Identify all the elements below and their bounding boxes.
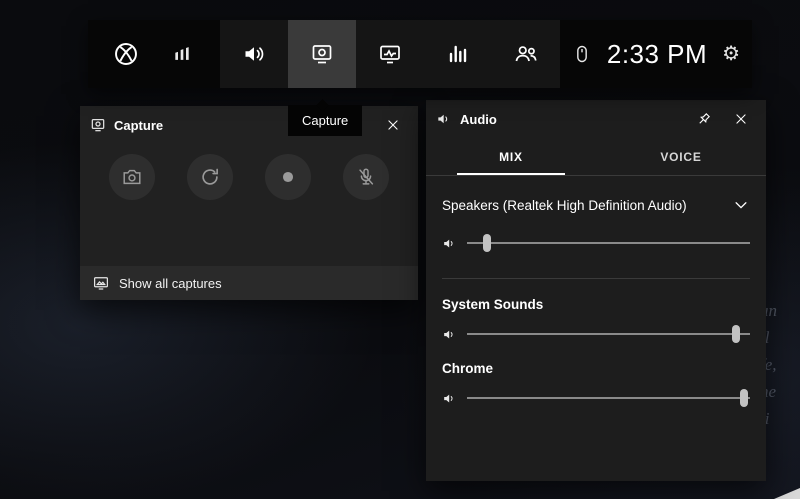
settings-gear-icon[interactable]: ⚙	[722, 44, 740, 64]
camera-icon	[121, 166, 143, 188]
widget-menu-button[interactable]	[154, 20, 210, 88]
audio-widget-button[interactable]	[220, 20, 288, 88]
bg-text-fragment: ne	[760, 378, 800, 405]
performance-widget-button[interactable]	[356, 20, 424, 88]
mic-toggle-button[interactable]	[343, 154, 389, 200]
capture-buttons-row	[80, 154, 418, 200]
record-dot-icon	[277, 166, 299, 188]
audio-panel-title: Audio	[460, 112, 497, 127]
show-all-captures-link[interactable]: Show all captures	[80, 266, 418, 300]
slider-track	[467, 397, 750, 399]
toolbar-middle-section	[220, 20, 560, 88]
system-sounds-volume-row	[442, 325, 750, 343]
chrome-label: Chrome	[442, 361, 750, 376]
speakers-volume-slider[interactable]	[467, 234, 750, 252]
bg-text-fragment: li	[760, 405, 800, 432]
speaker-small-icon	[442, 236, 457, 251]
slider-track	[467, 242, 750, 244]
record-last-icon	[199, 166, 221, 188]
audio-tabs: MIX VOICE	[426, 138, 766, 176]
capture-tooltip-label: Capture	[302, 113, 348, 128]
close-icon[interactable]	[378, 110, 408, 140]
capture-panel-title: Capture	[114, 118, 163, 133]
slider-thumb[interactable]	[740, 389, 748, 407]
toolbar-left-section	[88, 20, 220, 88]
capture-panel-icon	[90, 117, 106, 133]
capture-tooltip: Capture	[288, 105, 362, 136]
output-device-name: Speakers (Realtek High Definition Audio)	[442, 198, 687, 213]
resources-widget-button[interactable]	[424, 20, 492, 88]
capture-icon	[310, 42, 334, 66]
capture-panel: Capture	[80, 106, 418, 300]
capture-widget-button[interactable]	[288, 20, 356, 88]
slider-track	[467, 333, 750, 335]
bg-text-fragment: fe,	[760, 351, 800, 378]
system-sounds-volume-slider[interactable]	[467, 325, 750, 343]
slider-thumb[interactable]	[483, 234, 491, 252]
bg-text-fragment: ll	[760, 324, 800, 351]
speakers-volume-row	[442, 234, 750, 252]
system-sounds-label: System Sounds	[442, 297, 750, 312]
screenshot-button[interactable]	[109, 154, 155, 200]
bar-meter-icon	[446, 42, 470, 66]
audio-panel-header: Audio	[426, 100, 766, 138]
show-all-captures-label: Show all captures	[119, 276, 222, 291]
chevron-down-icon	[732, 196, 750, 214]
output-device-selector[interactable]: Speakers (Realtek High Definition Audio)	[442, 196, 750, 214]
audio-panel-icon	[436, 111, 452, 127]
chrome-volume-row	[442, 389, 750, 407]
speaker-small-icon	[442, 391, 457, 406]
mouse-icon[interactable]	[572, 44, 592, 64]
speaker-small-icon	[442, 327, 457, 342]
clock-time: 2:33 PM	[600, 39, 714, 70]
toolbar-right-section: 2:33 PM ⚙	[560, 20, 752, 88]
audio-panel-content: Speakers (Realtek High Definition Audio)…	[426, 196, 766, 407]
capture-panel-header: Capture	[80, 106, 418, 144]
captures-gallery-icon	[92, 274, 110, 292]
close-icon[interactable]	[726, 104, 756, 134]
tab-voice[interactable]: VOICE	[596, 138, 766, 175]
chrome-volume-slider[interactable]	[467, 389, 750, 407]
bg-text-fragment: an	[760, 297, 800, 324]
xbox-button[interactable]	[98, 20, 154, 88]
xbox-logo-icon	[113, 41, 139, 67]
mic-muted-icon	[355, 166, 377, 188]
performance-icon	[378, 42, 402, 66]
widget-menu-icon	[172, 44, 192, 64]
speaker-icon	[242, 42, 266, 66]
start-recording-button[interactable]	[265, 154, 311, 200]
pin-icon[interactable]	[688, 104, 718, 134]
background-page-text: an ll fe, ne li	[760, 297, 800, 432]
looking-for-group-button[interactable]	[492, 20, 560, 88]
gamebar-toolbar: 2:33 PM ⚙	[88, 20, 752, 88]
people-icon	[513, 41, 539, 67]
record-last-30s-button[interactable]	[187, 154, 233, 200]
section-divider	[442, 278, 750, 279]
slider-thumb[interactable]	[732, 325, 740, 343]
tab-mix[interactable]: MIX	[426, 138, 596, 175]
audio-panel: Audio MIX VOICE Speakers (Realtek High D…	[426, 100, 766, 481]
